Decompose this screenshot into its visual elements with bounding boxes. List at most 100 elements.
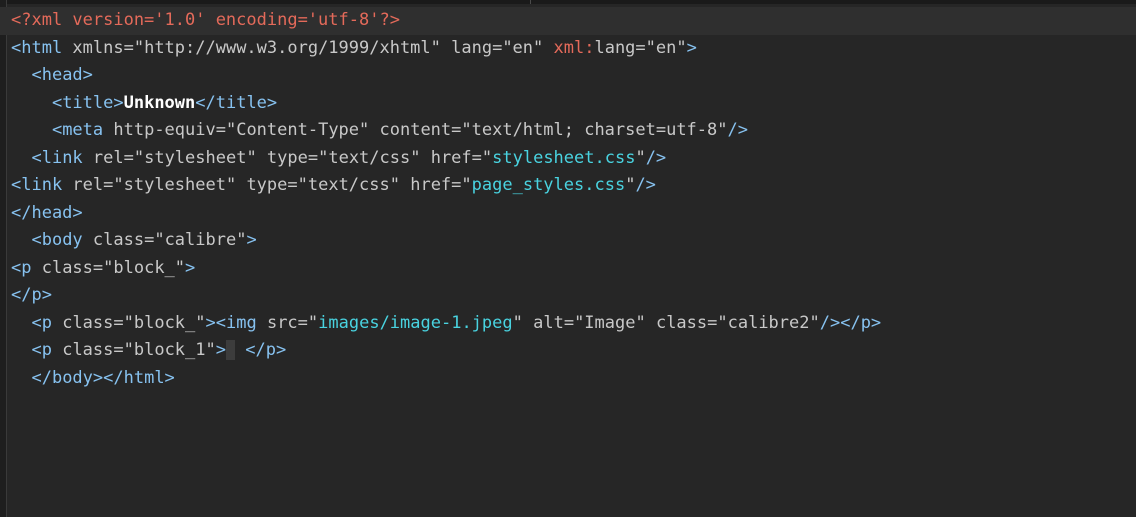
code-token: </title> (195, 92, 278, 113)
code-token: xml: (553, 37, 595, 58)
code-token: > (686, 37, 697, 58)
code-token: </head> (11, 202, 83, 223)
code-token: src= (256, 312, 308, 333)
code-token: > (246, 230, 257, 250)
code-token: class= (31, 257, 104, 278)
code-token: " (625, 175, 636, 195)
code-token: " (512, 312, 523, 333)
code-token: "block_" (103, 257, 186, 278)
code-token: rel= (62, 175, 114, 195)
code-token: /> (727, 120, 748, 140)
code-token: " (481, 147, 493, 168)
code-token: "text/css" (318, 147, 421, 168)
code-line[interactable]: <p class="block_"> (11, 255, 1136, 283)
code-token: > (205, 312, 216, 333)
code-line[interactable]: <p class="block_1"> </p> (11, 337, 1136, 365)
code-token: type= (256, 147, 319, 168)
code-token: "calibre2" (717, 312, 820, 333)
code-line[interactable]: <link rel="stylesheet" type="text/css" h… (11, 172, 1136, 200)
code-token: stylesheet.css (492, 147, 636, 168)
code-token: <title> (51, 92, 124, 113)
code-token: "text/html; charset=utf-8" (461, 120, 728, 140)
code-token: </p> (840, 312, 882, 333)
code-line[interactable]: </body></html> (11, 365, 1136, 393)
code-token: <link (11, 175, 63, 195)
code-token: </p> (11, 285, 52, 305)
code-token: <meta (51, 120, 104, 140)
code-line[interactable]: <p class="block_"><img src="images/image… (11, 310, 1136, 338)
editor-top-strip (0, 0, 1136, 4)
code-token: http-equiv= (103, 120, 226, 140)
code-token: "Content-Type" (225, 120, 370, 140)
code-token: <p (11, 257, 32, 278)
code-token: " (307, 312, 319, 333)
code-token: > (185, 257, 196, 278)
code-token: " (635, 147, 646, 168)
code-token: href= (420, 147, 482, 168)
code-token: Unknown (123, 92, 196, 113)
code-editor[interactable]: <?xml version='1.0' encoding='utf-8'?> <h… (0, 0, 1136, 517)
code-token: /> (635, 175, 656, 195)
code-token: type= (236, 175, 298, 195)
code-token: lang= (594, 37, 646, 58)
code-area[interactable]: <?xml version='1.0' encoding='utf-8'?> <h… (0, 7, 1136, 393)
code-line[interactable]: <body class="calibre"> (11, 227, 1136, 255)
code-token: "en" (645, 37, 687, 58)
code-line[interactable]: <link rel="stylesheet" type="text/css" h… (11, 145, 1136, 173)
code-token: </html> (103, 367, 175, 388)
code-token: " (461, 175, 472, 195)
code-token: "Image" (574, 312, 646, 333)
code-token: "block_" (123, 312, 206, 333)
editor-gutter (0, 0, 7, 517)
code-token: "block_1" (123, 340, 216, 360)
code-token: class= (51, 312, 124, 333)
code-token: rel= (82, 147, 134, 168)
code-token: xmlns= (62, 37, 134, 58)
code-token: images/image-1.jpeg (318, 312, 513, 333)
code-token: "en" (502, 37, 544, 58)
code-token: alt= (522, 312, 575, 333)
code-token: <link (31, 147, 83, 168)
code-token: <html (11, 37, 63, 58)
code-token: </body> (31, 367, 104, 388)
code-token: <p (31, 312, 52, 333)
code-token: "stylesheet" (113, 175, 237, 195)
code-token: "text/css" (297, 175, 400, 195)
code-token: lang= (440, 37, 503, 58)
code-token: /> (819, 312, 841, 333)
code-token: class= (82, 230, 155, 250)
code-token: <p (31, 340, 52, 360)
text-cursor-highlight (226, 340, 235, 360)
code-line[interactable]: <head> (11, 62, 1136, 90)
code-line[interactable]: <meta http-equiv="Content-Type" content=… (11, 117, 1136, 145)
code-line[interactable]: <?xml version='1.0' encoding='utf-8'?> (0, 7, 1136, 35)
code-token: href= (399, 175, 462, 195)
code-token: class= (645, 312, 718, 333)
code-token: > (215, 340, 226, 360)
code-token: <?xml version='1.0' encoding='utf-8'?> (11, 10, 400, 30)
code-token: "http://www.w3.org/1999/xhtml" (133, 37, 441, 58)
code-token: <img (215, 312, 257, 333)
code-token: content= (369, 120, 462, 140)
code-token: class= (51, 340, 124, 360)
code-line[interactable]: <title>Unknown</title> (11, 90, 1136, 118)
split-divider (530, 0, 531, 4)
code-token: page_styles.css (471, 175, 626, 195)
code-token: "stylesheet" (133, 147, 257, 168)
code-token: <body (31, 230, 83, 250)
code-line[interactable]: </p> (11, 282, 1136, 310)
code-token: /> (645, 147, 667, 168)
code-line[interactable]: <html xmlns="http://www.w3.org/1999/xhtm… (11, 35, 1136, 63)
code-line[interactable]: </head> (11, 200, 1136, 228)
code-token: </p> (245, 340, 287, 360)
code-token: "calibre" (154, 230, 247, 250)
